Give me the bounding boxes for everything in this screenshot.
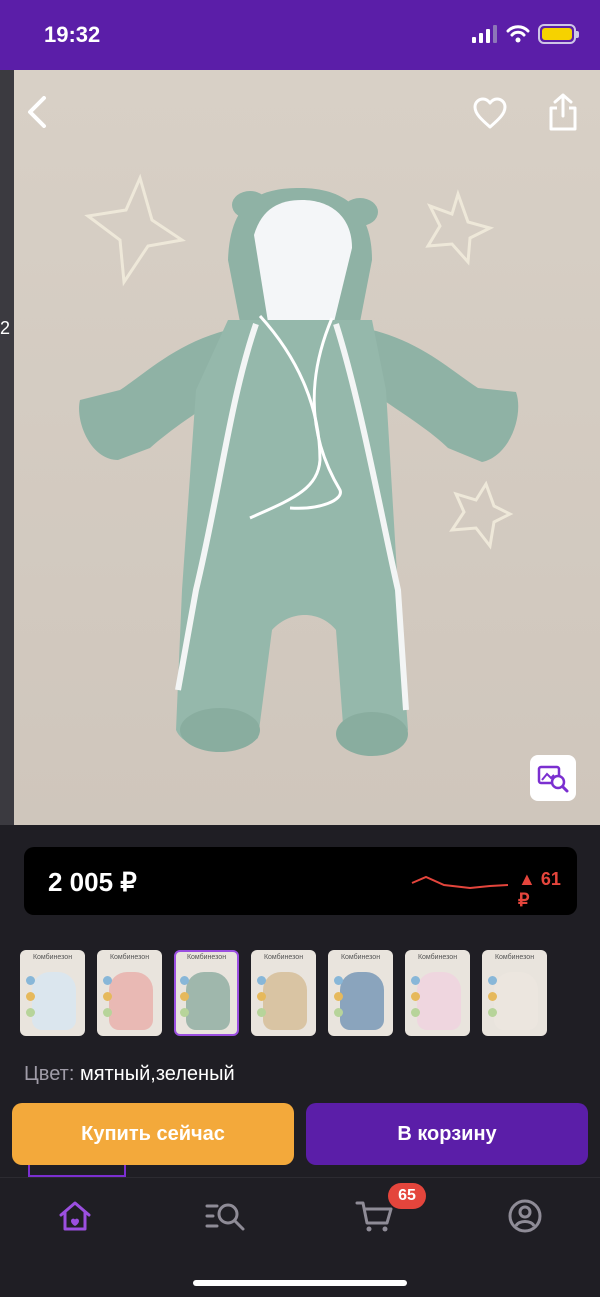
- thumbnail-suit-image: [340, 972, 384, 1030]
- status-icons: [472, 24, 579, 44]
- thumbnail-strip: Комбинезон Комбинезон Комбинезон Комбинезон…: [20, 950, 547, 1036]
- thumbnail-feature-dot: [180, 976, 189, 985]
- thumbnail-feature-dot: [488, 992, 497, 1001]
- thumbnail-suit-image: [109, 972, 153, 1030]
- thumbnail-suit-image: [417, 972, 461, 1030]
- thumbnail-feature-dot: [334, 1008, 343, 1017]
- thumbnail-title: Комбинезон: [263, 954, 304, 961]
- thumbnail-feature-dot: [257, 976, 266, 985]
- thumbnail-feature-dot: [411, 992, 420, 1001]
- thumbnail-title: Комбинезон: [109, 954, 150, 961]
- home-indicator: [193, 1280, 407, 1286]
- color-value: мятный,зеленый: [79, 1063, 235, 1085]
- price-value: 2 005 ₽: [48, 867, 137, 897]
- hidden-content-fragment: [28, 1165, 126, 1177]
- thumbnail-feature-dot: [26, 992, 35, 1001]
- product-image-gallery[interactable]: 2: [0, 70, 600, 825]
- product-thumbnail[interactable]: Комбинезон: [482, 950, 547, 1036]
- thumbnail-feature-dot: [103, 976, 112, 985]
- thumbnail-title: Комбинезон: [340, 954, 381, 961]
- thumbnail-feature-dot: [411, 976, 420, 985]
- status-bar: 19:32: [0, 0, 600, 70]
- thumbnail-suit-image: [263, 972, 307, 1030]
- product-thumbnail[interactable]: Комбинезон: [328, 950, 393, 1036]
- product-thumbnail[interactable]: Комбинезон: [405, 950, 470, 1036]
- thumbnail-suit-image: [186, 972, 230, 1030]
- cart-count-badge: 65: [388, 1183, 426, 1209]
- thumbnail-suit-image: [32, 972, 76, 1030]
- thumbnail-feature-dot: [257, 992, 266, 1001]
- profile-icon: [508, 1199, 542, 1233]
- wifi-icon: [506, 25, 530, 43]
- product-info-panel: 2 005 ₽ ▲ 61 ₽ Комбинезон Комбинезон Комби…: [0, 825, 600, 1177]
- thumbnail-title: Комбинезон: [32, 954, 73, 961]
- thumbnail-feature-dot: [411, 1008, 420, 1017]
- battery-icon: [538, 24, 579, 44]
- thumbnail-feature-dot: [180, 992, 189, 1001]
- bottom-tab-bar: 65: [0, 1177, 600, 1297]
- thumbnail-feature-dot: [334, 976, 343, 985]
- add-to-cart-button[interactable]: В корзину: [306, 1103, 588, 1165]
- thumbnail-title: Комбинезон: [417, 954, 458, 961]
- thumbnail-feature-dot: [334, 992, 343, 1001]
- color-label: Цвет:: [24, 1063, 75, 1085]
- status-time: 19:32: [44, 22, 101, 47]
- back-icon[interactable]: [22, 96, 54, 128]
- color-row: Цвет: мятный,зеленый: [24, 1063, 235, 1086]
- thumbnail-feature-dot: [26, 976, 35, 985]
- favorite-heart-icon[interactable]: [472, 96, 508, 130]
- thumbnail-suit-image: [494, 972, 538, 1030]
- cart-icon: [355, 1201, 393, 1232]
- thumbnail-title: Комбинезон: [494, 954, 535, 961]
- thumbnail-feature-dot: [26, 1008, 35, 1017]
- tab-home[interactable]: [50, 1196, 100, 1236]
- product-thumbnail[interactable]: Комбинезон: [251, 950, 316, 1036]
- thumbnail-feature-dot: [103, 1008, 112, 1017]
- thumbnail-feature-dot: [180, 1008, 189, 1017]
- thumbnail-feature-dot: [103, 992, 112, 1001]
- signal-icon: [472, 25, 497, 43]
- image-search-icon: [537, 765, 569, 793]
- image-search-button[interactable]: [530, 755, 576, 801]
- tab-catalog[interactable]: [200, 1196, 250, 1236]
- price-history-sparkline: [411, 875, 509, 890]
- home-icon: [59, 1201, 91, 1231]
- thumbnail-feature-dot: [488, 976, 497, 985]
- thumbnail-feature-dot: [488, 1008, 497, 1017]
- buy-now-button[interactable]: Купить сейчас: [12, 1103, 294, 1165]
- catalog-search-icon: [205, 1203, 245, 1231]
- thumbnail-title: Комбинезон: [186, 954, 227, 961]
- product-thumbnail[interactable]: Комбинезон: [20, 950, 85, 1036]
- product-thumbnail[interactable]: Комбинезон: [174, 950, 239, 1036]
- price-card[interactable]: 2 005 ₽ ▲ 61 ₽: [24, 847, 577, 915]
- product-photo: [79, 173, 519, 756]
- price-change: ▲ 61 ₽: [518, 869, 561, 910]
- share-icon[interactable]: [546, 92, 580, 132]
- product-thumbnail[interactable]: Комбинезон: [97, 950, 162, 1036]
- tab-profile[interactable]: [500, 1196, 550, 1236]
- thumbnail-feature-dot: [257, 1008, 266, 1017]
